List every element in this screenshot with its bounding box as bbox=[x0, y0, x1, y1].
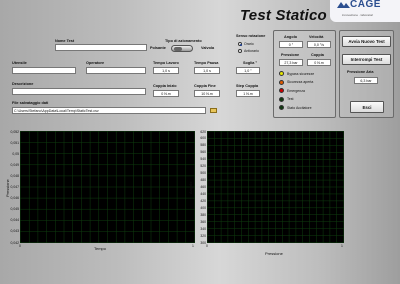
pressione-label: Pressione bbox=[281, 53, 300, 57]
status-label: Stato Accitatore bbox=[287, 105, 312, 110]
left-x-axis-label: Tempo bbox=[94, 246, 107, 251]
tempo-lavoro-field[interactable]: 1,0 s bbox=[153, 67, 179, 74]
page-title: Test Statico bbox=[240, 7, 327, 24]
status-label: Sicurezza aperta bbox=[287, 80, 314, 85]
velocita-value: 0,0 °/s bbox=[307, 41, 331, 48]
y-tick-label: 0,043 bbox=[10, 229, 20, 234]
file-salvataggio-label: File salvataggio dati bbox=[12, 101, 49, 105]
coppia-value: 0 N.m bbox=[307, 59, 331, 66]
y-tick-label: 480 bbox=[200, 178, 206, 183]
coppia-fine-field[interactable]: 10 N.m bbox=[194, 90, 220, 97]
y-tick-label: 0,051 bbox=[10, 140, 20, 145]
x-tick-label: 0 bbox=[206, 244, 208, 248]
y-tick-label: 0,048 bbox=[10, 173, 20, 178]
y-tick-label: 340 bbox=[200, 226, 206, 231]
pressione-tempo-chart[interactable] bbox=[20, 131, 195, 243]
status-led-icon bbox=[279, 79, 284, 85]
right-y-axis-label: Angolo bbox=[188, 181, 193, 194]
pressione-aria-value: 6,3 bar bbox=[354, 77, 378, 84]
y-tick-label: 540 bbox=[200, 157, 206, 162]
y-tick-label: 500 bbox=[200, 171, 206, 176]
y-tick-label: 0,045 bbox=[10, 207, 20, 212]
y-tick-label: 0,042 bbox=[10, 240, 20, 245]
senso-rotazione-label: Senso rotazione bbox=[236, 34, 266, 38]
tipo-right-label: Valvola bbox=[201, 46, 215, 50]
tempo-pausa-label: Tempo Pausa bbox=[194, 61, 219, 65]
x-tick-label: 1 bbox=[341, 244, 343, 248]
status-led-icon bbox=[279, 105, 284, 110]
senso-antiorario-radio[interactable] bbox=[238, 49, 242, 53]
descrizione-label: Descrizione bbox=[12, 82, 34, 86]
coppia-fine-label: Coppia Fine bbox=[194, 84, 216, 88]
tempo-pausa-field[interactable]: 1,0 s bbox=[194, 67, 220, 74]
utensile-field[interactable] bbox=[12, 67, 76, 74]
y-tick-label: 0,052 bbox=[10, 129, 20, 134]
y-tick-label: 560 bbox=[200, 150, 206, 155]
velocita-label: Velocità bbox=[309, 35, 324, 39]
chart-grid bbox=[207, 131, 344, 243]
left-y-axis-label: Pressione bbox=[5, 179, 10, 197]
interrompi-test-button[interactable]: Interrompi Test bbox=[342, 54, 391, 65]
status-label: Bypass sicurezze bbox=[287, 71, 315, 76]
company-logo: CAGE innovazione · laboratori bbox=[330, 0, 400, 22]
y-tick-label: 380 bbox=[200, 212, 206, 217]
soglia-label: Soglia ° bbox=[243, 61, 257, 65]
toggle-knob bbox=[174, 47, 182, 51]
step-coppia-field[interactable]: 1 N.m bbox=[236, 90, 260, 97]
senso-antiorario-label: Antiorario bbox=[244, 49, 259, 53]
y-tick-label: 460 bbox=[200, 185, 206, 189]
y-tick-label: 620 bbox=[200, 129, 206, 134]
tipo-azionamento-label: Tipo di azionamento bbox=[165, 39, 202, 43]
pressione-value: 27,3 bar bbox=[279, 59, 303, 66]
coppia-label: Coppia bbox=[311, 53, 324, 57]
right-x-axis-label: Pressione bbox=[265, 251, 283, 256]
file-path-field[interactable]: C:\Users\Stefano\AppData\Local\Temp\Stat… bbox=[12, 107, 206, 114]
chart-grid bbox=[20, 131, 195, 243]
y-tick-label: 0,044 bbox=[10, 218, 20, 223]
operatore-field[interactable] bbox=[86, 67, 146, 74]
nome-test-label: Nome Test bbox=[55, 39, 75, 43]
avvia-test-button[interactable]: Avvia Nuovo Test bbox=[342, 36, 391, 47]
senso-orario-radio[interactable] bbox=[238, 42, 242, 46]
status-led-icon bbox=[279, 96, 284, 102]
x-tick-label: 1 bbox=[192, 244, 194, 248]
logo-subtitle: innovazione · laboratori bbox=[342, 13, 374, 17]
y-tick-label: 0,049 bbox=[10, 162, 20, 167]
tipo-left-label: Polsante bbox=[150, 46, 166, 50]
operatore-label: Operatore bbox=[86, 61, 105, 65]
angolo-value: 0 ° bbox=[279, 41, 303, 48]
y-tick-label: 440 bbox=[200, 191, 206, 196]
descrizione-field[interactable] bbox=[12, 88, 146, 95]
browse-folder-icon[interactable] bbox=[210, 108, 217, 113]
logo-word: CAGE bbox=[350, 0, 381, 10]
status-label: Test bbox=[287, 97, 294, 102]
y-tick-label: 400 bbox=[200, 205, 206, 210]
tipo-azionamento-toggle[interactable] bbox=[171, 45, 193, 52]
y-tick-label: 300 bbox=[200, 240, 206, 245]
coppia-inizio-label: Coppia Inizio bbox=[153, 84, 177, 88]
y-tick-label: 520 bbox=[200, 164, 206, 169]
senso-orario-label: Orario bbox=[244, 42, 254, 46]
status-led-icon bbox=[279, 71, 284, 76]
angolo-pressione-chart[interactable] bbox=[207, 131, 344, 243]
y-tick-label: 0,05 bbox=[12, 151, 19, 156]
x-tick-label: 0 bbox=[19, 244, 21, 248]
utensile-label: Utensile bbox=[12, 61, 27, 65]
angolo-label: Angolo bbox=[284, 35, 298, 39]
coppia-inizio-field[interactable]: 0 N.m bbox=[153, 90, 179, 97]
y-tick-label: 580 bbox=[200, 143, 206, 148]
y-tick-label: 320 bbox=[200, 233, 206, 238]
y-tick-label: 420 bbox=[200, 198, 206, 203]
soglia-field[interactable]: 1,0 ° bbox=[236, 67, 260, 74]
pressione-aria-label: Pressione Aria bbox=[347, 70, 374, 74]
logo-mark-icon bbox=[337, 2, 350, 8]
nome-test-field[interactable] bbox=[55, 44, 147, 51]
status-led-icon bbox=[279, 88, 284, 93]
step-coppia-label: Step Coppia bbox=[236, 84, 259, 88]
y-tick-label: 600 bbox=[200, 136, 206, 141]
status-label: Emergenza bbox=[287, 88, 305, 93]
tempo-lavoro-label: Tempo Lavoro bbox=[153, 61, 179, 65]
y-tick-label: 360 bbox=[200, 219, 206, 224]
esci-button[interactable]: Esci bbox=[350, 101, 384, 113]
